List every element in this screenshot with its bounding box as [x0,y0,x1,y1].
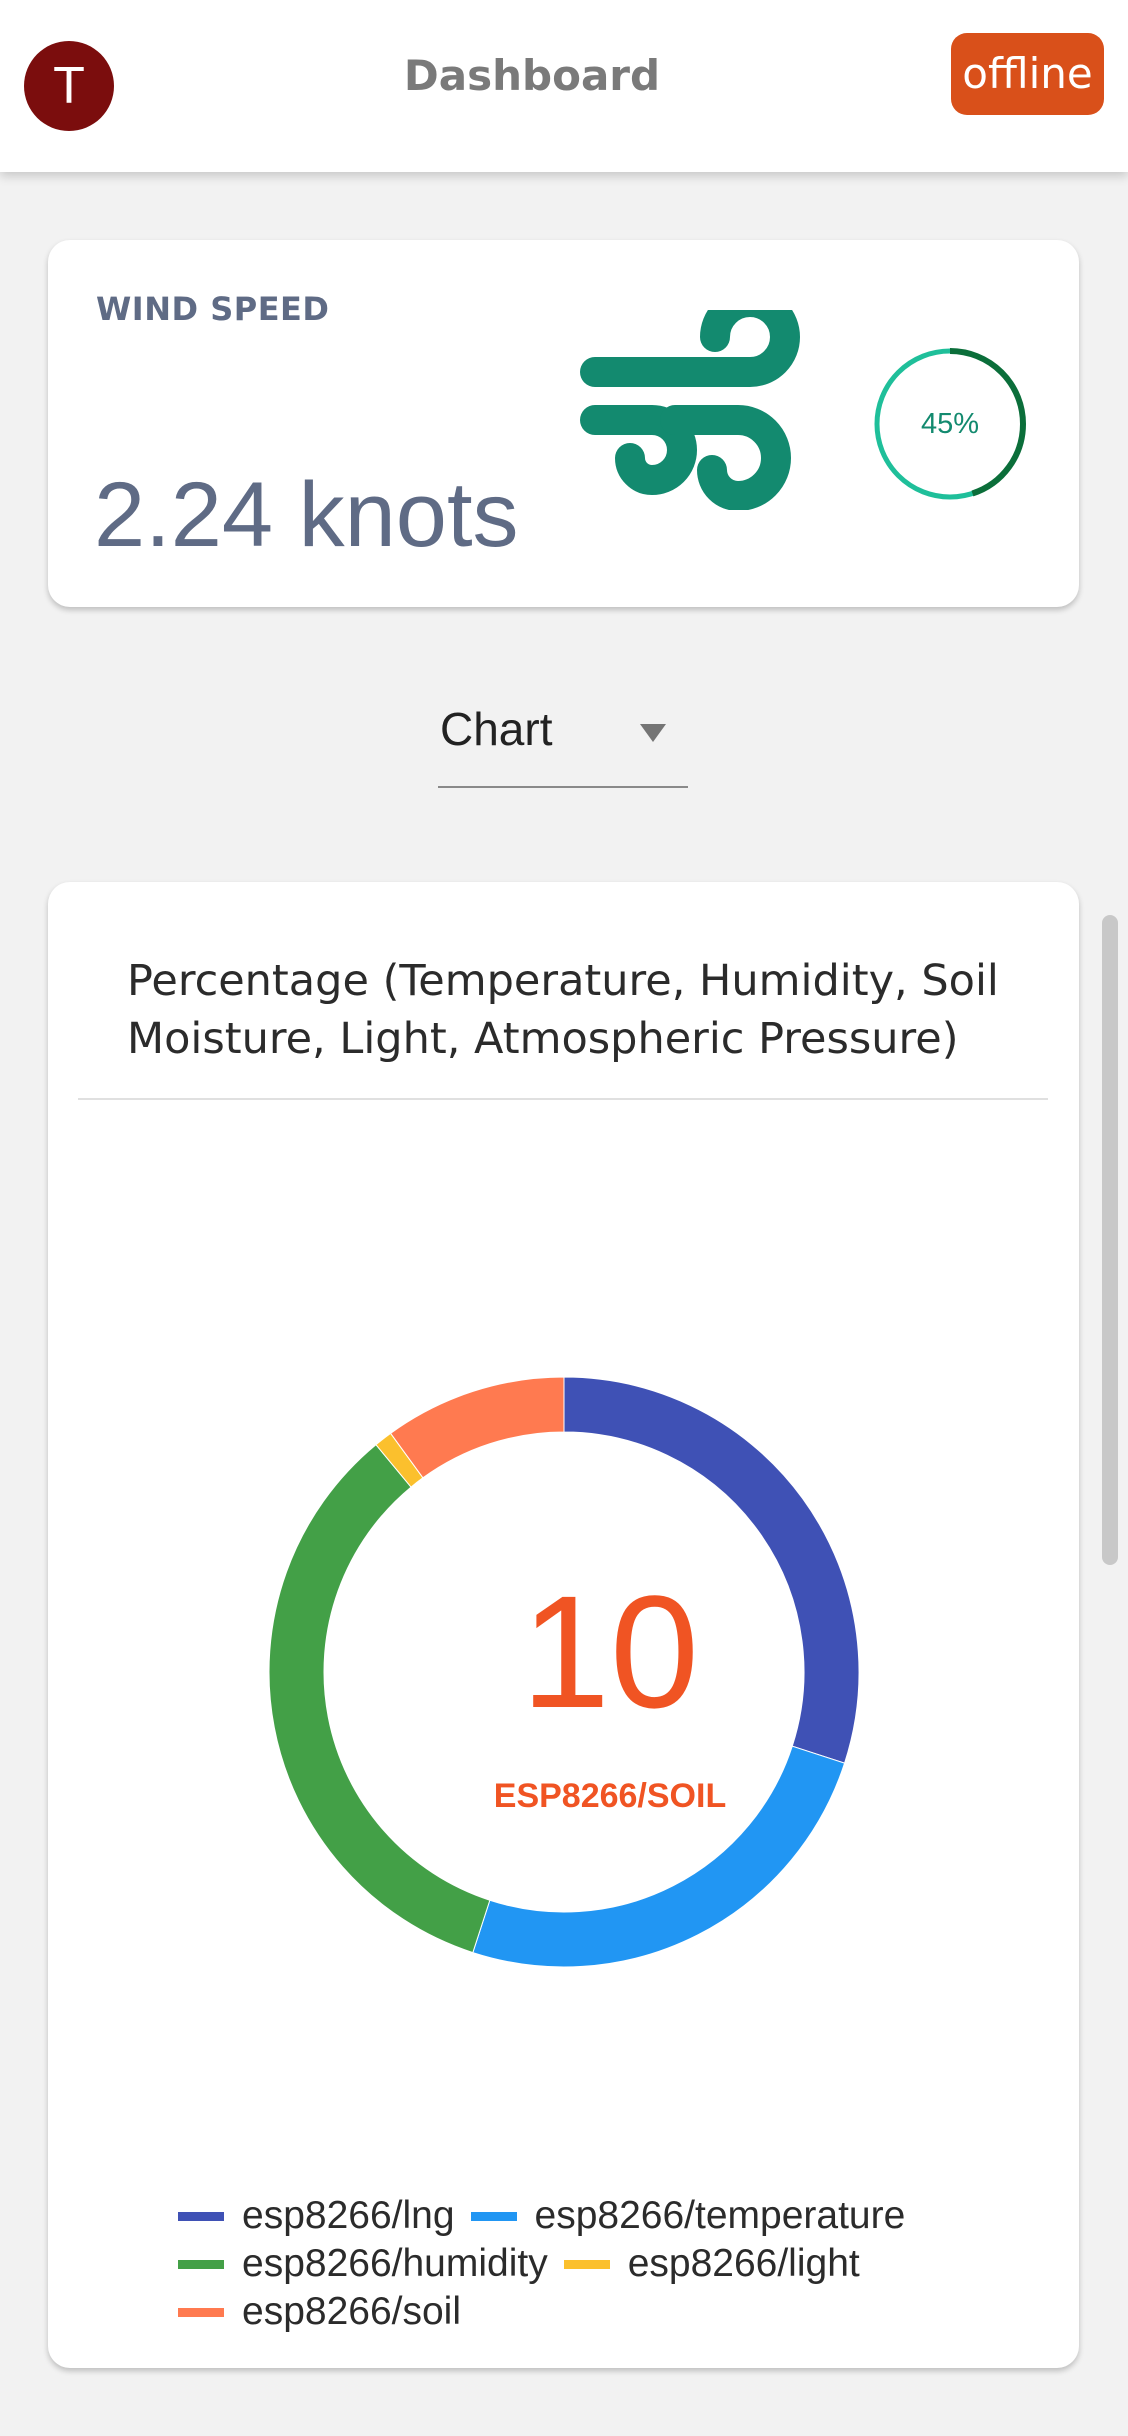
legend-swatch [563,2259,610,2269]
legend-label: esp8266/humidity [242,2242,548,2285]
legend-label: esp8266/light [627,2242,860,2285]
chart-card: Percentage (Temperature, Humidity, Soil … [48,882,1079,2368]
status-badge: offline [951,33,1104,115]
view-select-value: Chart [440,703,553,755]
legend-swatch [178,2307,224,2317]
chevron-down-icon [640,724,666,742]
scrollbar[interactable] [1098,915,1118,1565]
legend-item[interactable]: esp8266/humidity [178,2240,548,2288]
wind-icon [580,310,800,510]
donut-center-label: ESP8266/SOIL [493,1777,727,1815]
legend-swatch [470,2211,517,2221]
app-header: T Dashboard offline [0,0,1128,172]
legend-item[interactable]: esp8266/lng [178,2192,455,2240]
scrollbar-thumb[interactable] [1102,915,1118,1565]
donut-slice-esp8266-soil[interactable] [389,1376,565,1479]
wind-speed-card: WIND SPEED 2.24 knots 45% [48,240,1079,607]
view-select[interactable]: Chart [438,690,688,788]
legend-item[interactable]: esp8266/soil [178,2288,461,2336]
chart-legend: esp8266/lng esp8266/temperature esp8266/hu… [178,2192,1058,2336]
legend-item[interactable]: esp8266/light [563,2240,860,2288]
legend-label: esp8266/soil [242,2290,461,2333]
legend-label: esp8266/temperature [534,2194,906,2237]
progress-text: 45% [920,408,980,440]
wind-speed-value: 2.24 knots [94,464,519,566]
page-title: Dashboard [403,51,661,100]
legend-label: esp8266/lng [242,2194,455,2237]
legend-item[interactable]: esp8266/temperature [470,2192,906,2240]
donut-center-value: 10 [521,1562,699,1741]
legend-swatch [178,2211,224,2221]
wind-speed-label: WIND SPEED [96,290,330,328]
legend-swatch [178,2259,224,2269]
